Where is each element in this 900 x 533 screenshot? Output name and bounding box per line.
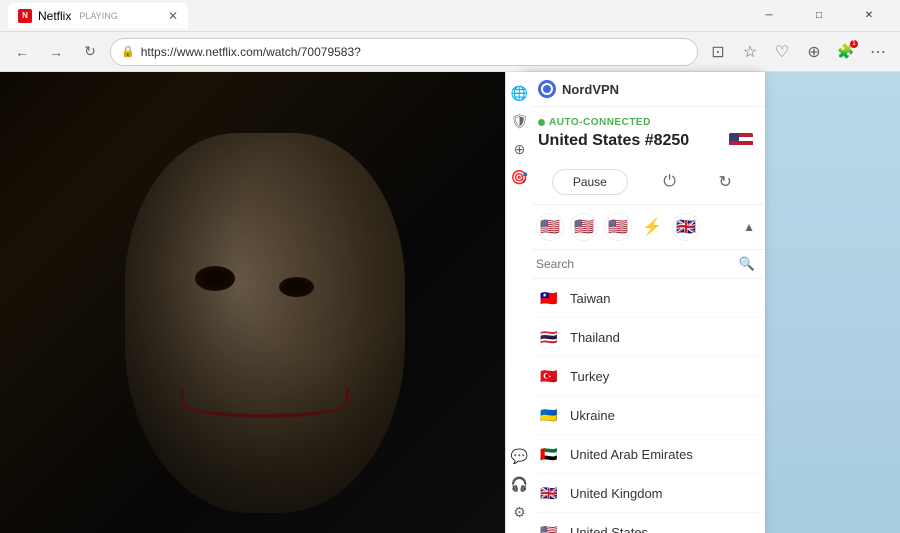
control-buttons: Pause ⏻ ↻ [526, 160, 765, 205]
uk-flag: 🇬🇧 [538, 482, 560, 504]
quick-flag-1[interactable]: 🇺🇸 [536, 213, 564, 241]
nordvpn-header: NordVPN [526, 72, 765, 107]
share-icon[interactable]: ⊕ [800, 38, 828, 66]
reading-list-icon[interactable]: ♡ [768, 38, 796, 66]
country-item-uk[interactable]: 🇬🇧 United Kingdom [526, 474, 765, 513]
refresh-server-icon[interactable]: ↻ [711, 168, 739, 196]
sidebar-settings-icon[interactable]: ⚙ [509, 501, 531, 523]
sidebar-globe-icon[interactable]: 🌐 [509, 82, 531, 104]
netflix-favicon: N [18, 9, 32, 23]
taiwan-flag: 🇹🇼 [538, 287, 560, 309]
browser-toolbar: ← → ↻ 🔒 https://www.netflix.com/watch/70… [0, 32, 900, 72]
sidebar-chat-icon[interactable]: 💬 [509, 445, 531, 467]
country-item-thailand[interactable]: 🇹🇭 Thailand [526, 318, 765, 357]
sidebar-threat-icon[interactable]: 🎯 [509, 166, 531, 188]
turkey-name: Turkey [570, 369, 609, 384]
thailand-name: Thailand [570, 330, 620, 345]
close-button[interactable]: ✕ [846, 0, 892, 32]
maximize-button[interactable]: □ [796, 0, 842, 32]
address-bar[interactable]: 🔒 https://www.netflix.com/watch/70079583… [110, 38, 698, 66]
quick-flag-uk[interactable]: 🇬🇧 [672, 213, 700, 241]
nordvpn-panel: NordVPN AUTO-CONNECTED United States #82… [525, 72, 765, 533]
thailand-flag: 🇹🇭 [538, 326, 560, 348]
country-item-ukraine[interactable]: 🇺🇦 Ukraine [526, 396, 765, 435]
quick-flag-3[interactable]: 🇺🇸 [604, 213, 632, 241]
connected-status: AUTO-CONNECTED United States #8250 [526, 107, 765, 160]
menu-button[interactable]: ⋯ [864, 38, 892, 66]
search-bar: 🔍 [526, 250, 765, 279]
us-flag: 🇺🇸 [538, 521, 560, 533]
status-dot [538, 119, 545, 126]
quick-flag-2[interactable]: 🇺🇸 [570, 213, 598, 241]
uk-name: United Kingdom [570, 486, 663, 501]
netflix-video-area [0, 72, 530, 533]
favorites-icon[interactable]: ☆ [736, 38, 764, 66]
minimize-button[interactable]: ─ [746, 0, 792, 32]
nordvpn-title: NordVPN [562, 82, 619, 97]
forward-button[interactable]: → [42, 38, 70, 66]
sidebar-shield-icon[interactable]: 🛡 [509, 110, 531, 132]
country-item-uae[interactable]: 🇦🇪 United Arab Emirates [526, 435, 765, 474]
nordvpn-logo [538, 80, 556, 98]
content-area: ▲ ▲ ▲ 🌐 🛡 ⊕ 🎯 💬 🎧 ⚙ Nor [0, 72, 900, 533]
chevron-up-icon[interactable]: ▲ [743, 220, 755, 234]
country-list: 🇹🇼 Taiwan 🇹🇭 Thailand 🇹🇷 Turkey 🇺🇦 Ukrai… [526, 279, 765, 533]
auto-connected-badge: AUTO-CONNECTED [538, 117, 753, 128]
search-icon[interactable]: 🔍 [739, 256, 755, 272]
refresh-button[interactable]: ↻ [76, 38, 104, 66]
country-item-taiwan[interactable]: 🇹🇼 Taiwan [526, 279, 765, 318]
screenshot-icon[interactable]: ⊡ [704, 38, 732, 66]
search-input[interactable] [536, 257, 733, 271]
ukraine-flag: 🇺🇦 [538, 404, 560, 426]
server-name-text: United States #8250 [538, 132, 689, 150]
lightning-icon: ⚡ [638, 213, 666, 241]
tab-close-button[interactable]: ✕ [168, 9, 178, 23]
tab-subtitle: PLAYING [79, 11, 117, 21]
browser-titlebar: N Netflix PLAYING ✕ ─ □ ✕ [0, 0, 900, 32]
status-text: AUTO-CONNECTED [549, 117, 651, 128]
tab-title: Netflix [38, 9, 71, 23]
country-item-us[interactable]: 🇺🇸 United States [526, 513, 765, 533]
us-flag-icon [729, 133, 753, 149]
country-item-turkey[interactable]: 🇹🇷 Turkey [526, 357, 765, 396]
back-button[interactable]: ← [8, 38, 36, 66]
ukraine-name: Ukraine [570, 408, 615, 423]
browser-tab[interactable]: N Netflix PLAYING ✕ [8, 3, 188, 29]
sidebar-meshnet-icon[interactable]: ⊕ [509, 138, 531, 160]
window-controls: ─ □ ✕ [746, 0, 892, 32]
uae-name: United Arab Emirates [570, 447, 693, 462]
video-background [0, 72, 530, 533]
turkey-flag: 🇹🇷 [538, 365, 560, 387]
power-icon[interactable]: ⏻ [656, 168, 684, 196]
sidebar-headset-icon[interactable]: 🎧 [509, 473, 531, 495]
extensions-icon[interactable]: 🧩 1 [832, 38, 860, 66]
url-text: https://www.netflix.com/watch/70079583? [141, 45, 361, 59]
nordvpn-sidebar: 🌐 🛡 ⊕ 🎯 💬 🎧 ⚙ [505, 72, 533, 533]
quick-connect-bar: 🇺🇸 🇺🇸 🇺🇸 ⚡ 🇬🇧 ▲ [526, 205, 765, 250]
server-name: United States #8250 [538, 132, 753, 150]
taiwan-name: Taiwan [570, 291, 610, 306]
uae-flag: 🇦🇪 [538, 443, 560, 465]
toolbar-icons: ⊡ ☆ ♡ ⊕ 🧩 1 ⋯ [704, 38, 892, 66]
us-name: United States [570, 525, 648, 533]
pause-button[interactable]: Pause [552, 169, 628, 195]
